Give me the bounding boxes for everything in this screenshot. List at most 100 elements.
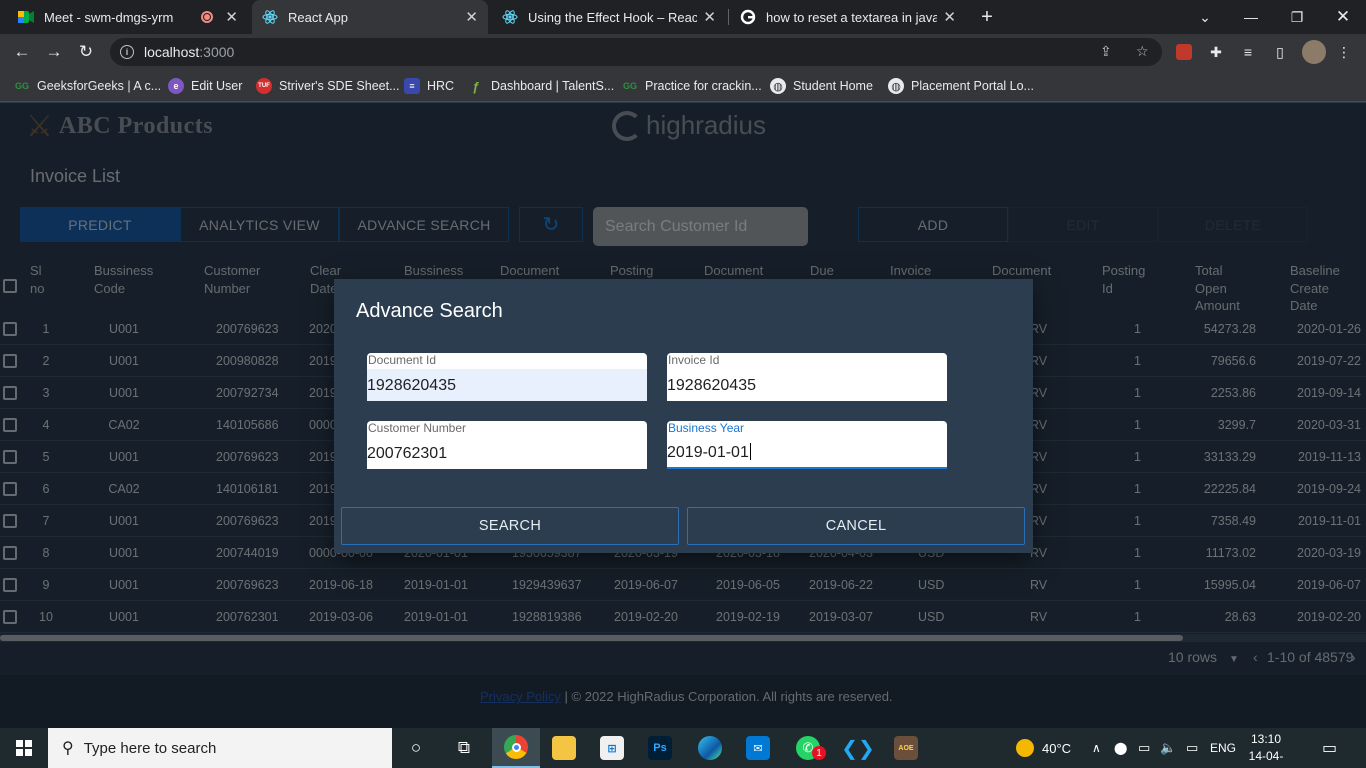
game-icon: AOE bbox=[894, 736, 918, 760]
search-button[interactable]: SEARCH bbox=[341, 507, 679, 545]
customer-number-field[interactable]: Customer Number bbox=[367, 421, 647, 469]
document-id-input[interactable] bbox=[367, 375, 645, 397]
bookmark-item[interactable]: GG GeeksforGeeks | A c... bbox=[14, 77, 161, 95]
tab-title: Meet - swm-dmgs-yrm bbox=[44, 9, 174, 25]
tab-title: React App bbox=[288, 9, 348, 25]
taskbar-file-explorer[interactable] bbox=[540, 728, 588, 768]
text-caret bbox=[749, 443, 751, 460]
close-icon[interactable]: ✕ bbox=[943, 8, 956, 26]
close-icon[interactable]: ✕ bbox=[703, 8, 716, 26]
bookmarks-bar: GG GeeksforGeeks | A c... e Edit User TUF S… bbox=[0, 70, 1366, 102]
tab-divider bbox=[728, 9, 729, 25]
browser-tab-bar: Meet - swm-dmgs-yrm ✕ React App ✕ Using … bbox=[0, 0, 1366, 34]
weather-icon bbox=[1016, 739, 1034, 757]
reload-button[interactable]: ↻ bbox=[74, 41, 98, 63]
bookmark-item[interactable]: ≡ HRC bbox=[404, 77, 454, 95]
extension-icon[interactable] bbox=[1174, 42, 1194, 62]
meet-icon bbox=[18, 9, 34, 25]
gfg-icon: GG bbox=[14, 81, 29, 91]
language-indicator[interactable]: ENG bbox=[1210, 728, 1236, 768]
menu-icon[interactable]: ⋮ bbox=[1334, 42, 1354, 62]
photoshop-icon: Ps bbox=[648, 736, 672, 760]
globe-icon: ◍ bbox=[888, 78, 904, 94]
document-id-field[interactable]: Document Id bbox=[367, 353, 647, 401]
weather-widget[interactable]: 40°C bbox=[1016, 728, 1071, 768]
side-panel-icon[interactable]: ▯ bbox=[1270, 42, 1290, 62]
forward-button[interactable]: → bbox=[42, 41, 66, 63]
close-window-button[interactable]: ✕ bbox=[1320, 0, 1366, 34]
bookmark-item[interactable]: ◍ Student Home bbox=[770, 77, 873, 95]
edge-icon bbox=[698, 736, 722, 760]
windows-icon bbox=[16, 740, 32, 756]
invoice-id-input[interactable] bbox=[667, 375, 945, 397]
hrc-icon: ≡ bbox=[404, 78, 420, 94]
system-clock[interactable]: 13:1014-04-2022 bbox=[1236, 731, 1296, 768]
cancel-button[interactable]: CANCEL bbox=[687, 507, 1025, 545]
bookmark-item[interactable]: GG Practice for crackin... bbox=[622, 77, 762, 95]
tray-chevron-icon[interactable]: ∧ bbox=[1092, 728, 1101, 768]
bookmark-item[interactable]: ƒ Dashboard | TalentS... bbox=[468, 77, 614, 95]
close-icon[interactable]: ✕ bbox=[225, 8, 238, 26]
start-button[interactable] bbox=[0, 728, 48, 768]
react-icon bbox=[262, 9, 278, 25]
mail-icon: ✉ bbox=[746, 736, 770, 760]
puzzle-icon[interactable]: ✚ bbox=[1206, 42, 1226, 62]
omnibox[interactable]: i localhost:3000 ⇪ ☆ bbox=[110, 38, 1162, 66]
back-button[interactable]: ← bbox=[10, 41, 34, 63]
folder-icon bbox=[552, 736, 576, 760]
bookmark-item[interactable]: e Edit User bbox=[168, 77, 242, 95]
tab-google-search[interactable]: how to reset a textarea in javascri ✕ bbox=[730, 0, 966, 34]
task-view-icon[interactable]: ⧉ bbox=[440, 728, 488, 768]
business-year-field[interactable]: Business Year 2019-01-01 bbox=[667, 421, 947, 469]
invoice-id-field[interactable]: Invoice Id bbox=[667, 353, 947, 401]
field-label: Business Year bbox=[668, 421, 745, 435]
bookmark-item[interactable]: ◍ Placement Portal Lo... bbox=[888, 77, 1034, 95]
cortana-icon[interactable]: ○ bbox=[392, 728, 440, 768]
dialog-title: Advance Search bbox=[356, 300, 503, 322]
restore-button[interactable]: ❐ bbox=[1274, 0, 1320, 34]
close-icon[interactable]: ✕ bbox=[465, 8, 478, 26]
taskbar-chrome[interactable] bbox=[492, 728, 540, 768]
business-year-input[interactable]: 2019-01-01 bbox=[667, 443, 945, 465]
taskbar-whatsapp[interactable]: ✆ 1 bbox=[784, 728, 832, 768]
media-icon[interactable]: ≡ bbox=[1238, 42, 1258, 62]
taskbar-mail[interactable]: ✉ bbox=[734, 728, 782, 768]
network-icon[interactable]: ▭ bbox=[1138, 728, 1150, 768]
avatar[interactable] bbox=[1302, 40, 1326, 64]
windows-taskbar: ⚲ Type here to search ○ ⧉ ⊞ Ps ✉ ✆ 1 ❮❯ … bbox=[0, 728, 1366, 768]
customer-number-input[interactable] bbox=[367, 443, 645, 465]
bookmark-star-icon[interactable]: ☆ bbox=[1136, 43, 1149, 60]
share-icon[interactable]: ⇪ bbox=[1100, 43, 1112, 60]
react-icon bbox=[502, 9, 518, 25]
info-icon[interactable]: i bbox=[120, 45, 134, 59]
tab-effect-hook[interactable]: Using the Effect Hook – React ✕ bbox=[492, 0, 726, 34]
notification-center-icon[interactable]: ▭ bbox=[1322, 728, 1337, 768]
taskbar-edge[interactable] bbox=[686, 728, 734, 768]
vscode-icon: ❮❯ bbox=[841, 737, 875, 760]
taskbar-search-placeholder: Type here to search bbox=[83, 739, 217, 757]
tray-icon[interactable]: ⬤ bbox=[1114, 728, 1127, 768]
taskbar-game[interactable]: AOE bbox=[882, 728, 930, 768]
store-icon: ⊞ bbox=[600, 736, 624, 760]
recording-icon bbox=[201, 11, 214, 23]
bookmark-item[interactable]: TUF Striver's SDE Sheet... bbox=[256, 77, 399, 95]
google-icon bbox=[740, 9, 756, 25]
tab-title: Using the Effect Hook – React bbox=[528, 9, 698, 25]
taskbar-photoshop[interactable]: Ps bbox=[636, 728, 684, 768]
battery-icon[interactable]: ▭ bbox=[1186, 728, 1198, 768]
edit-user-icon: e bbox=[168, 78, 184, 94]
url-text: localhost:3000 bbox=[144, 44, 235, 60]
new-tab-button[interactable]: + bbox=[976, 6, 998, 29]
volume-icon[interactable]: 🔈 bbox=[1160, 728, 1176, 768]
taskbar-vscode[interactable]: ❮❯ bbox=[834, 728, 882, 768]
tab-search-icon[interactable]: ⌄ bbox=[1182, 0, 1228, 34]
taskbar-search-box[interactable]: ⚲ Type here to search bbox=[48, 728, 392, 768]
taskbar-store[interactable]: ⊞ bbox=[588, 728, 636, 768]
talent-icon: ƒ bbox=[472, 78, 480, 94]
minimize-button[interactable]: — bbox=[1228, 0, 1274, 34]
tab-react-app[interactable]: React App ✕ bbox=[252, 0, 488, 34]
search-icon: ⚲ bbox=[62, 740, 74, 757]
tab-meet[interactable]: Meet - swm-dmgs-yrm ✕ bbox=[8, 0, 248, 34]
address-bar-row: ← → ↻ i localhost:3000 ⇪ ☆ ✚ ≡ ▯ ⋮ bbox=[0, 34, 1366, 70]
globe-icon: ◍ bbox=[770, 78, 786, 94]
